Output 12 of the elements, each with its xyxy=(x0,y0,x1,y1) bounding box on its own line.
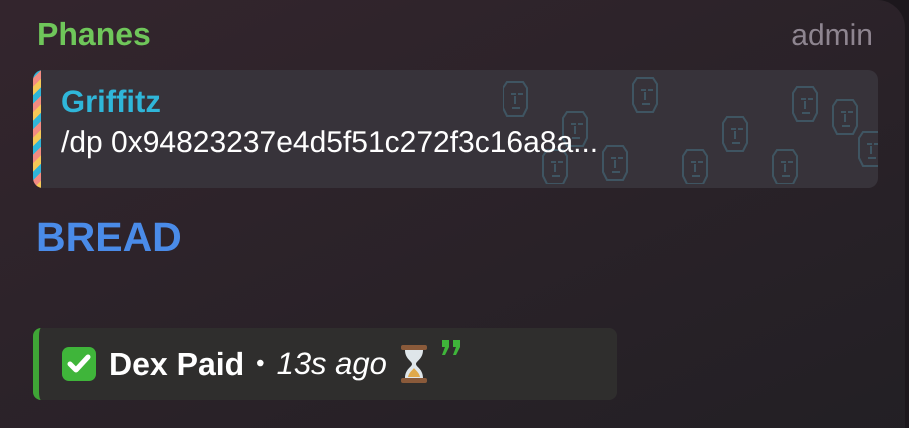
message-text: BREAD xyxy=(36,213,183,262)
reply-quote[interactable]: Griffitz /dp 0x94823237e4d5f51c272f3c16a8a... xyxy=(33,70,878,188)
quote-icon xyxy=(440,338,463,356)
check-icon xyxy=(61,346,97,382)
time-label: 13s ago xyxy=(276,344,387,383)
hourglass-icon xyxy=(398,344,429,384)
sender-name[interactable]: Phanes xyxy=(37,12,151,56)
separator: • xyxy=(256,349,265,379)
reply-text: /dp 0x94823237e4d5f51c272f3c16a8a... xyxy=(61,125,598,161)
sender-role: admin xyxy=(791,18,873,54)
reply-author: Griffitz xyxy=(61,83,162,121)
quote-title: Dex Paid xyxy=(109,345,244,384)
